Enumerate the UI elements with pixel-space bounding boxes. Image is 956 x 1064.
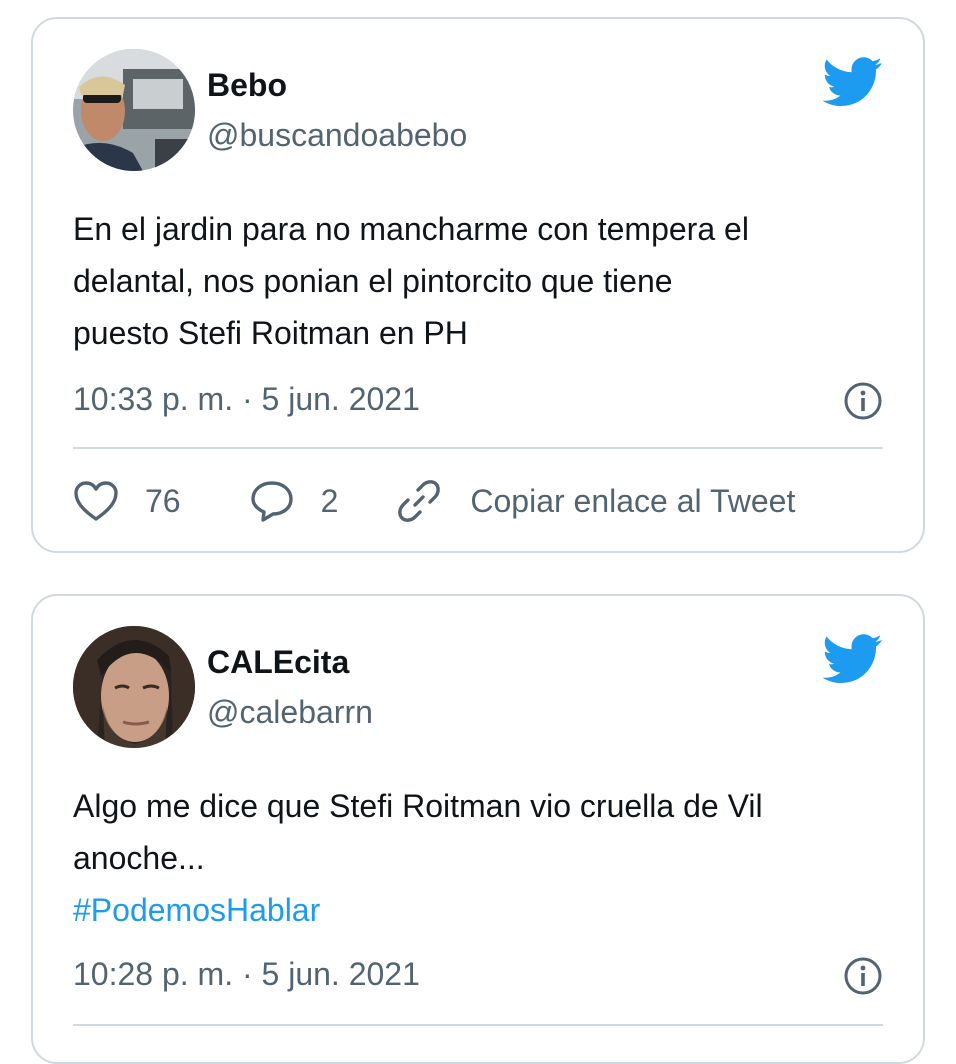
divider bbox=[73, 447, 883, 449]
speech-bubble-icon bbox=[250, 481, 293, 522]
tweet-text: Algo me dice que Stefi Roitman vio cruel… bbox=[73, 780, 883, 936]
display-name[interactable]: CALEcita bbox=[207, 642, 349, 682]
reply-count: 2 bbox=[320, 482, 339, 519]
avatar[interactable] bbox=[73, 626, 195, 748]
tweet-text-line: puesto Stefi Roitman en PH bbox=[73, 315, 468, 351]
copy-link-button[interactable]: Copiar enlace al Tweet bbox=[396, 478, 795, 524]
action-bar: 76 2 Copiar enlace al Tweet bbox=[73, 477, 795, 525]
like-count: 76 bbox=[145, 482, 181, 519]
display-name[interactable]: Bebo bbox=[207, 65, 287, 105]
info-icon[interactable] bbox=[843, 956, 883, 996]
timestamp[interactable]: 10:28 p. m. · 5 jun. 2021 bbox=[73, 954, 420, 994]
reply-button[interactable]: 2 bbox=[249, 479, 339, 523]
copy-link-label: Copiar enlace al Tweet bbox=[470, 482, 796, 519]
tweet-text-line: Algo me dice que Stefi Roitman vio cruel… bbox=[73, 788, 763, 824]
tweet-text-line: En el jardin para no mancharme con tempe… bbox=[73, 211, 749, 247]
tweet-card[interactable]: CALEcita @calebarrn Algo me dice que Ste… bbox=[31, 594, 925, 1064]
tweet-text-line: anoche... bbox=[73, 840, 205, 876]
link-icon bbox=[398, 480, 441, 522]
user-handle[interactable]: @buscandoabebo bbox=[207, 115, 467, 155]
avatar[interactable] bbox=[73, 49, 195, 171]
user-handle[interactable]: @calebarrn bbox=[207, 692, 373, 732]
like-button[interactable]: 76 bbox=[73, 480, 181, 522]
info-icon[interactable] bbox=[843, 381, 883, 421]
tweet-card[interactable]: Bebo @buscandoabebo En el jardin para no… bbox=[31, 17, 925, 553]
heart-icon bbox=[74, 481, 118, 521]
twitter-bird-icon[interactable] bbox=[822, 634, 883, 684]
timestamp[interactable]: 10:33 p. m. · 5 jun. 2021 bbox=[73, 379, 420, 419]
divider bbox=[73, 1024, 883, 1026]
tweet-text: En el jardin para no mancharme con tempe… bbox=[73, 203, 883, 359]
hashtag-link[interactable]: #PodemosHablar bbox=[73, 884, 883, 936]
twitter-bird-icon[interactable] bbox=[822, 57, 883, 107]
tweet-text-line: delantal, nos ponian el pintorcito que t… bbox=[73, 263, 673, 299]
